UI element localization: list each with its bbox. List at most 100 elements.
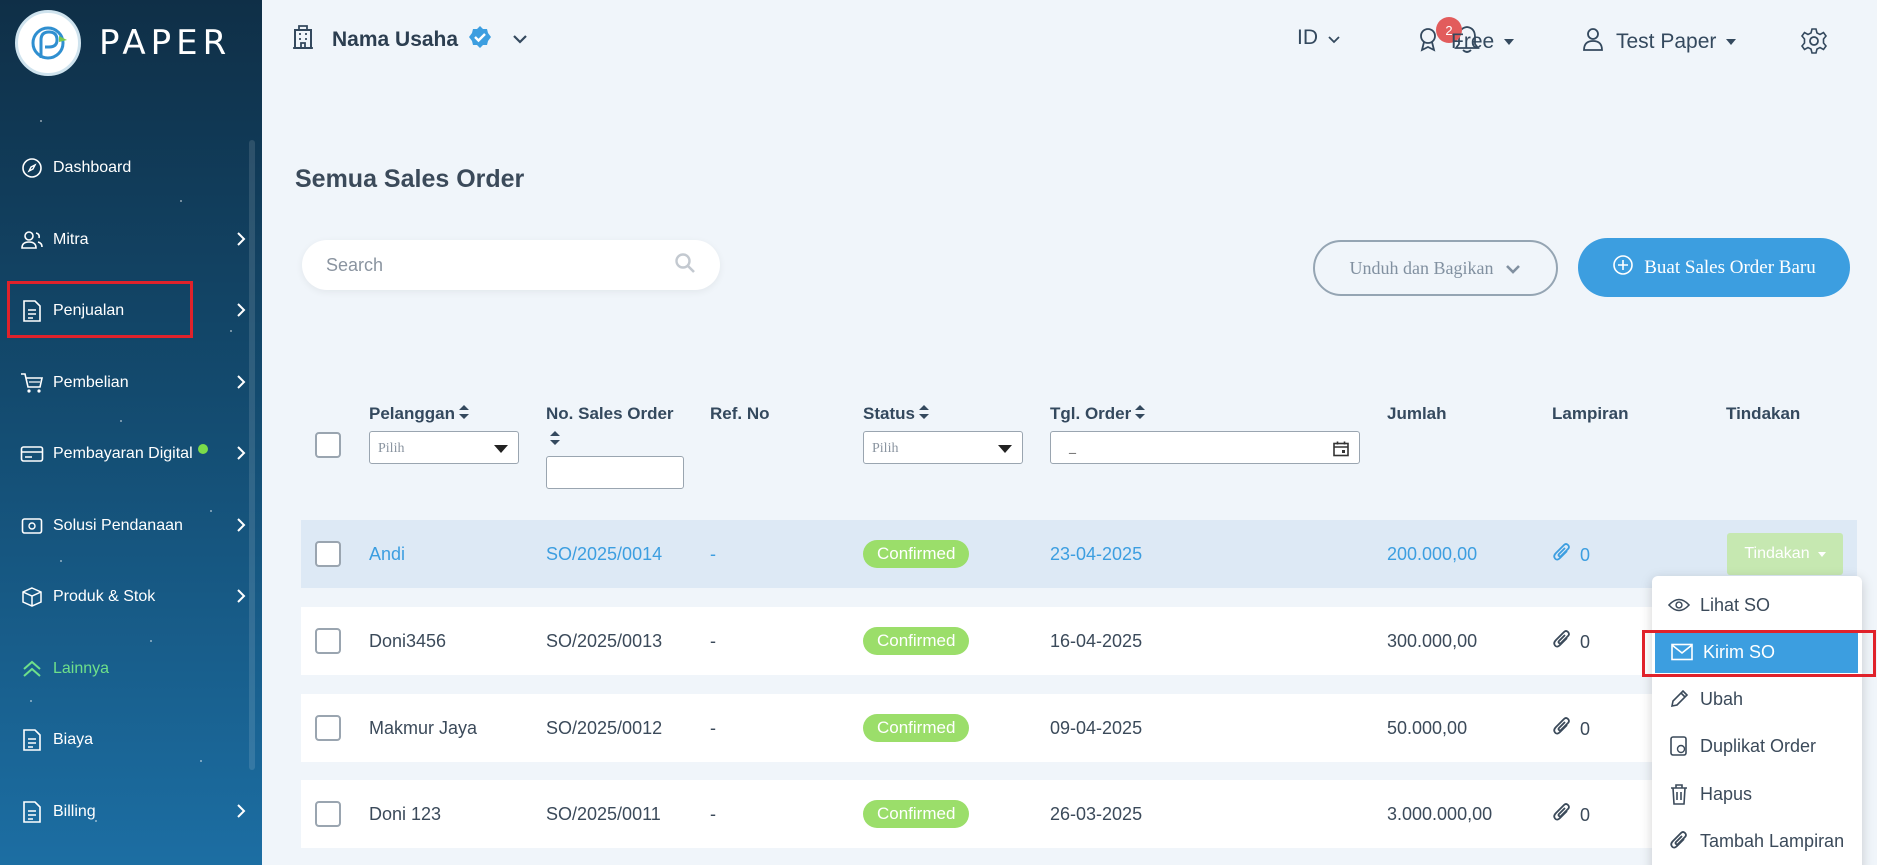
row-checkbox[interactable] [315,628,341,654]
date-range-filter[interactable]: _ [1050,431,1360,464]
status-badge: Confirmed [863,714,970,742]
chevron-right-icon [236,302,246,323]
caret-down-icon [1504,39,1515,45]
search-input[interactable] [326,254,674,276]
sidebar-item-produk-stok[interactable]: Produk & Stok [0,569,262,625]
language-label: ID [1297,26,1318,49]
attachment-link[interactable]: 0 [1552,629,1590,656]
sort-icon [1135,404,1146,424]
row-checkbox[interactable] [315,801,341,827]
chevron-down-icon [1328,26,1340,50]
logo-mark [15,10,81,76]
user-menu[interactable]: Test Paper [1582,26,1737,58]
logo-text: PAPER [99,23,232,63]
table-row: Doni 123 SO/2025/0011 - Confirmed 26-03-… [301,780,1857,848]
column-header-order-date[interactable]: Tgl. Order [1050,404,1146,424]
sidebar-item-label: Produk & Stok [53,588,156,605]
menu-item-duplikat-order[interactable]: Duplikat Order [1652,725,1862,767]
sort-icon [550,430,674,450]
column-label: Pelanggan [369,404,455,423]
date-placeholder: _ [1069,441,1076,456]
badge-icon [1417,26,1439,58]
create-sales-order-label: Buat Sales Order Baru [1644,256,1816,278]
box-icon [20,585,44,609]
column-header-customer[interactable]: Pelanggan [369,404,469,424]
customer-link[interactable]: Andi [369,544,405,565]
so-number-filter-input[interactable] [546,456,684,489]
column-label: Status [863,404,915,423]
sidebar-item-pembayaran-digital[interactable]: Pembayaran Digital [0,426,262,482]
ref-no-cell: - [710,804,716,824]
sidebar-item-lainnya[interactable]: Lainnya [0,641,262,697]
sidebar-item-biaya[interactable]: Biaya [0,712,262,768]
pencil-icon [1668,688,1690,710]
sidebar-item-pembelian[interactable]: Pembelian [0,355,262,411]
menu-item-ubah[interactable]: Ubah [1652,678,1862,720]
caret-down-icon [1726,39,1737,45]
column-header-so-number[interactable]: No. Sales Order [546,404,674,450]
business-switcher[interactable]: Nama Usaha [292,24,528,55]
sidebar-item-billing[interactable]: Billing [0,784,262,840]
sidebar-item-solusi-pendanaan[interactable]: Solusi Pendanaan [0,498,262,554]
paperclip-icon [1668,830,1690,852]
eye-icon [1668,594,1690,616]
chevron-down-icon[interactable] [512,31,528,49]
paperclip-icon [1552,629,1572,656]
create-sales-order-button[interactable]: Buat Sales Order Baru [1578,238,1850,297]
gear-icon[interactable] [1800,27,1828,55]
sidebar-item-label: Dashboard [53,159,132,176]
attachment-link[interactable]: 0 [1552,716,1590,743]
select-placeholder: Pilih [378,441,405,456]
column-header-action: Tindakan [1726,404,1801,423]
amount-cell: 300.000,00 [1387,631,1478,651]
menu-item-label: Duplikat Order [1700,735,1817,756]
menu-item-label: Lihat SO [1700,594,1771,615]
chevron-right-icon [236,517,246,538]
plan-selector[interactable]: Free [1417,26,1515,58]
menu-item-tambah-lampiran[interactable]: Tambah Lampiran [1652,820,1862,862]
table-row: Doni3456 SO/2025/0013 - Confirmed 16-04-… [301,607,1857,675]
duplicate-icon [1668,735,1690,757]
plan-label: Free [1451,30,1495,53]
column-label: Tgl. Order [1050,404,1132,423]
attachment-link[interactable]: 0 [1552,542,1590,569]
customer-link[interactable]: Doni 123 [369,804,441,825]
users-icon [20,228,44,252]
paperclip-icon [1552,716,1572,743]
sidebar-item-label: Pembelian [53,374,129,391]
search-icon[interactable] [674,252,696,279]
so-number-link[interactable]: SO/2025/0011 [546,804,661,825]
customer-link[interactable]: Makmur Jaya [369,718,477,739]
customer-link[interactable]: Doni3456 [369,631,446,652]
menu-item-hapus[interactable]: Hapus [1652,773,1862,815]
sidebar-item-dashboard[interactable]: Dashboard [0,140,262,196]
paperclip-icon [1552,802,1572,829]
chevron-right-icon [236,588,246,609]
so-number-link[interactable]: SO/2025/0012 [546,718,662,739]
download-share-button[interactable]: Unduh dan Bagikan [1313,240,1558,296]
row-checkbox[interactable] [315,541,341,567]
row-checkbox[interactable] [315,715,341,741]
sidebar-item-label: Lainnya [53,660,110,677]
customer-filter-select[interactable]: Pilih [369,431,519,464]
decor-star [180,200,182,202]
sidebar-item-label: Pembayaran Digital [53,445,193,462]
caret-down-icon [494,445,508,453]
decor-star [120,420,122,422]
language-selector[interactable]: ID [1297,26,1340,50]
sidebar-item-label: Biaya [53,731,94,748]
menu-item-lihat-so[interactable]: Lihat SO [1652,584,1862,626]
calendar-icon [1333,441,1349,462]
select-placeholder: Pilih [872,441,899,456]
so-number-link[interactable]: SO/2025/0013 [546,631,662,652]
sidebar-item-mitra[interactable]: Mitra [0,212,262,268]
app-logo[interactable]: PAPER [15,10,231,76]
attachment-link[interactable]: 0 [1552,802,1590,829]
so-number-link[interactable]: SO/2025/0014 [546,544,662,565]
column-header-status[interactable]: Status [863,404,929,424]
row-action-button[interactable]: Tindakan [1727,533,1843,575]
select-all-checkbox[interactable] [315,432,341,458]
attachment-count: 0 [1580,632,1591,652]
chevron-right-icon [236,803,246,824]
status-filter-select[interactable]: Pilih [863,431,1023,464]
